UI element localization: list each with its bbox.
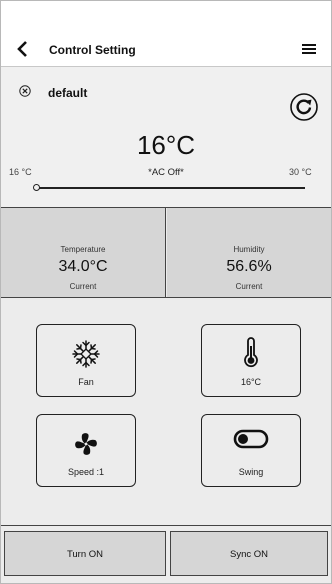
footer-bar: Turn ON Sync ON	[1, 525, 331, 583]
hamburger-menu-icon[interactable]	[301, 41, 317, 57]
app-header: Control Setting	[1, 1, 331, 67]
sensor-sub-label: Current	[69, 282, 97, 291]
tile-label: Fan	[78, 377, 94, 387]
fan-icon	[75, 433, 97, 455]
thermometer-icon	[244, 337, 258, 368]
set-temperature: 16°C	[136, 130, 196, 160]
sensor-value: 34.0°C	[58, 258, 108, 275]
tile-label: Swing	[238, 467, 264, 477]
profile-name: default	[48, 86, 88, 100]
slider-knob[interactable]	[33, 184, 40, 191]
tile-label: Speed :1	[67, 467, 105, 477]
chevron-left-icon[interactable]	[15, 39, 31, 59]
sensor-readings: Temperature 34.0°C Current Humidity 56.6…	[1, 207, 331, 298]
refresh-icon[interactable]	[289, 92, 319, 122]
sensor-label: Temperature	[60, 245, 106, 254]
humidity-reading: Humidity 56.6% Current	[167, 208, 331, 297]
ac-status: *AC Off*	[148, 167, 184, 178]
control-setting-screen: Control Setting default 16°C 16 °C *AC O…	[0, 0, 332, 584]
slider-track	[35, 187, 305, 189]
speed-button[interactable]: Speed :1	[36, 414, 136, 487]
snowflake-icon	[72, 340, 100, 368]
sensor-value: 56.6%	[226, 258, 272, 275]
sensor-label: Humidity	[233, 245, 265, 254]
turn-on-button[interactable]: Turn ON	[4, 531, 166, 576]
page-title: Control Setting	[49, 43, 136, 57]
swing-button[interactable]: Swing	[201, 414, 301, 487]
temperature-reading: Temperature 34.0°C Current	[1, 208, 166, 297]
temperature-mode-button[interactable]: 16°C	[201, 324, 301, 397]
fan-button[interactable]: Fan	[36, 324, 136, 397]
sensor-sub-label: Current	[235, 282, 263, 291]
temperature-slider[interactable]	[33, 184, 305, 194]
toggle-icon	[233, 429, 269, 449]
temperature-control-panel: default 16°C 16 °C *AC Off* 30 °C	[1, 67, 331, 207]
tile-label: 16°C	[240, 377, 262, 387]
slider-max-label: 30 °C	[289, 167, 312, 177]
sync-on-button[interactable]: Sync ON	[170, 531, 328, 576]
close-circle-icon[interactable]	[19, 85, 31, 97]
